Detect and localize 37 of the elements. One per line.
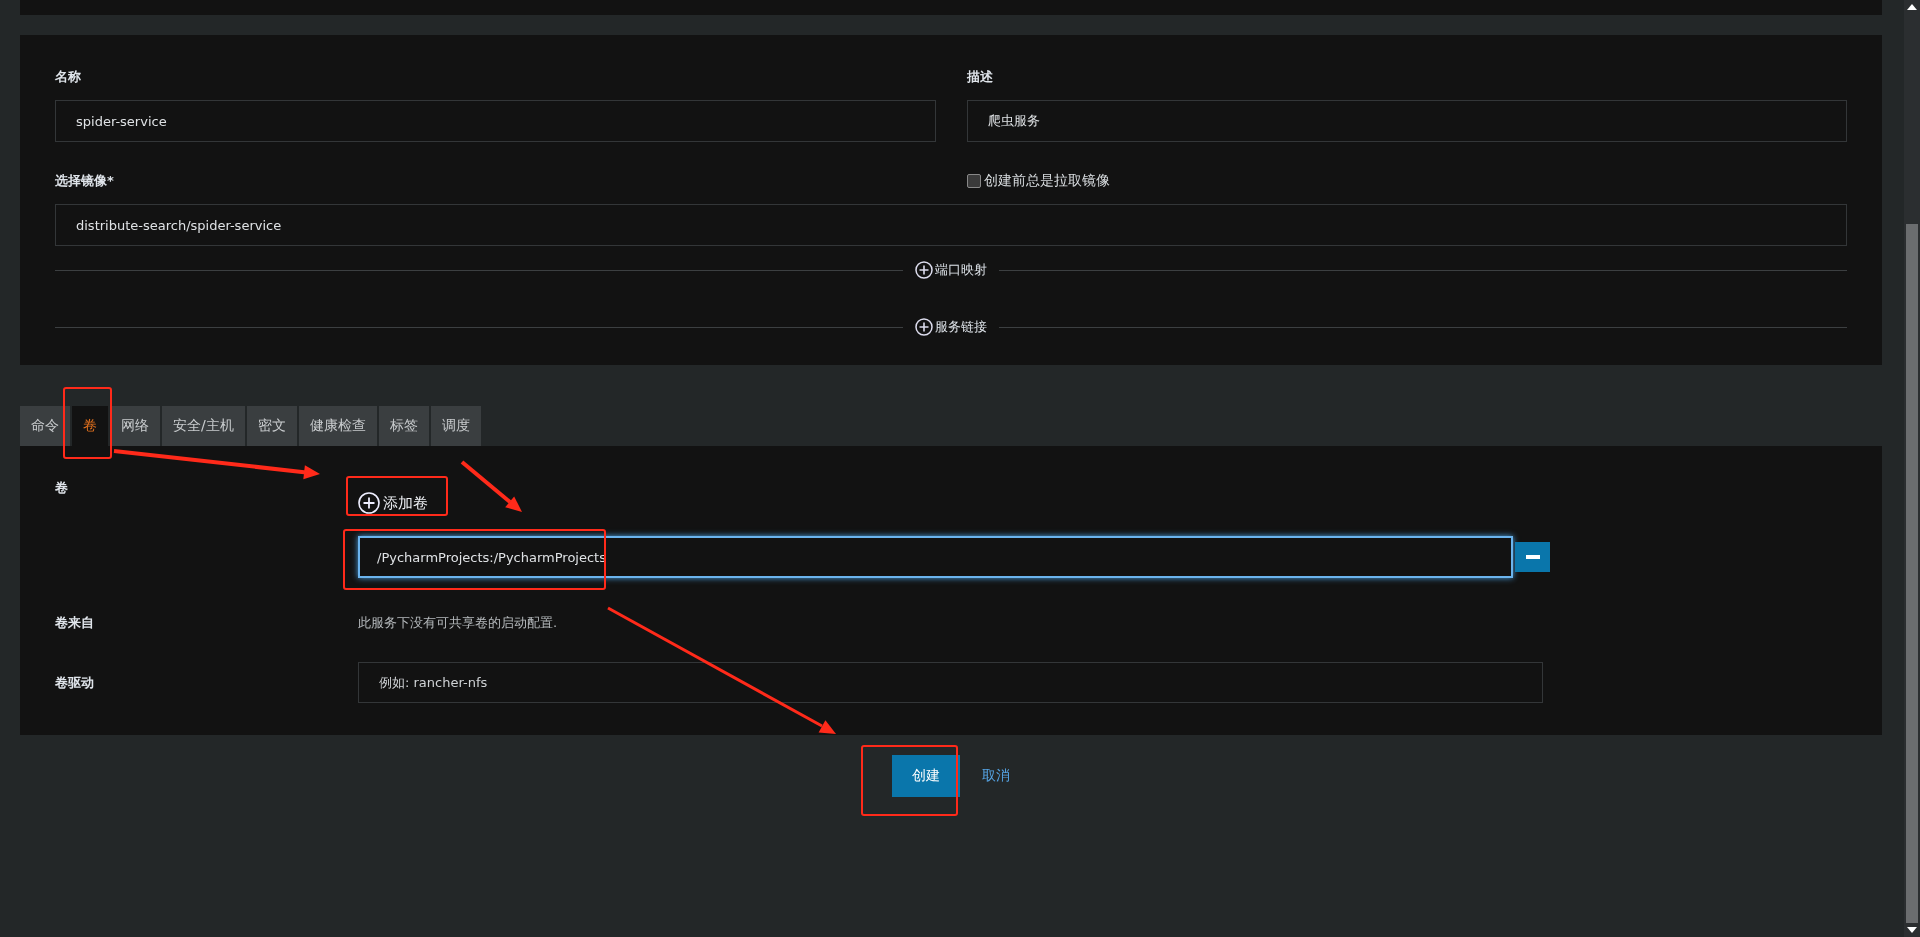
add-volume-button[interactable]: 添加卷 — [358, 490, 428, 516]
scrollbar-thumb[interactable] — [1906, 224, 1918, 923]
cancel-link[interactable]: 取消 — [982, 767, 1010, 785]
driver-input-field[interactable]: 例如: rancher-nfs — [358, 662, 1543, 703]
tab[interactable]: 密文 — [246, 406, 297, 446]
tab[interactable]: 命令 — [20, 406, 70, 446]
annotation-arrow — [460, 460, 522, 512]
info-text: 此服务下没有可共享卷的启动配置. — [358, 614, 558, 632]
remove-button[interactable] — [1515, 542, 1550, 572]
tab[interactable]: 网络 — [110, 406, 160, 446]
field-label: 卷来自 — [55, 614, 95, 632]
tab[interactable]: 健康检查 — [298, 406, 377, 446]
add-link[interactable]: 端口映射 — [903, 261, 999, 279]
minus-icon — [1525, 555, 1540, 559]
name-input-field[interactable]: spider-service — [55, 100, 936, 142]
tab[interactable]: 卷 — [72, 406, 108, 446]
create-button[interactable]: 创建 — [892, 755, 960, 797]
up-arrow-icon — [1907, 4, 1917, 10]
field-label: 名称 — [55, 68, 82, 86]
checkbox-label: 创建前总是拉取镜像 — [983, 172, 1110, 190]
field-label: 卷 — [55, 479, 69, 497]
plus-circle-icon — [915, 261, 933, 279]
highlight-frame — [63, 387, 112, 459]
add-link[interactable]: 服务链接 — [903, 318, 999, 336]
down-arrow-icon — [1907, 927, 1917, 933]
plus-circle-icon — [915, 318, 933, 336]
checkbox[interactable] — [966, 174, 981, 188]
description-input-field[interactable]: 爬虫服务 — [966, 100, 1847, 142]
field-label: 描述 — [966, 68, 994, 86]
field-label: 卷驱动 — [55, 673, 95, 692]
plus-circle-icon — [358, 492, 380, 514]
field-label: 选择镜像* — [55, 172, 115, 190]
volume-input-field[interactable]: /PycharmProjects:/PycharmProjects — [358, 536, 1513, 578]
tab[interactable]: 调度 — [430, 406, 481, 446]
image-input-field[interactable]: distribute-search/spider-service — [55, 204, 1847, 246]
tab[interactable]: 标签 — [378, 406, 429, 446]
tab[interactable]: 安全/主机 — [162, 406, 245, 446]
